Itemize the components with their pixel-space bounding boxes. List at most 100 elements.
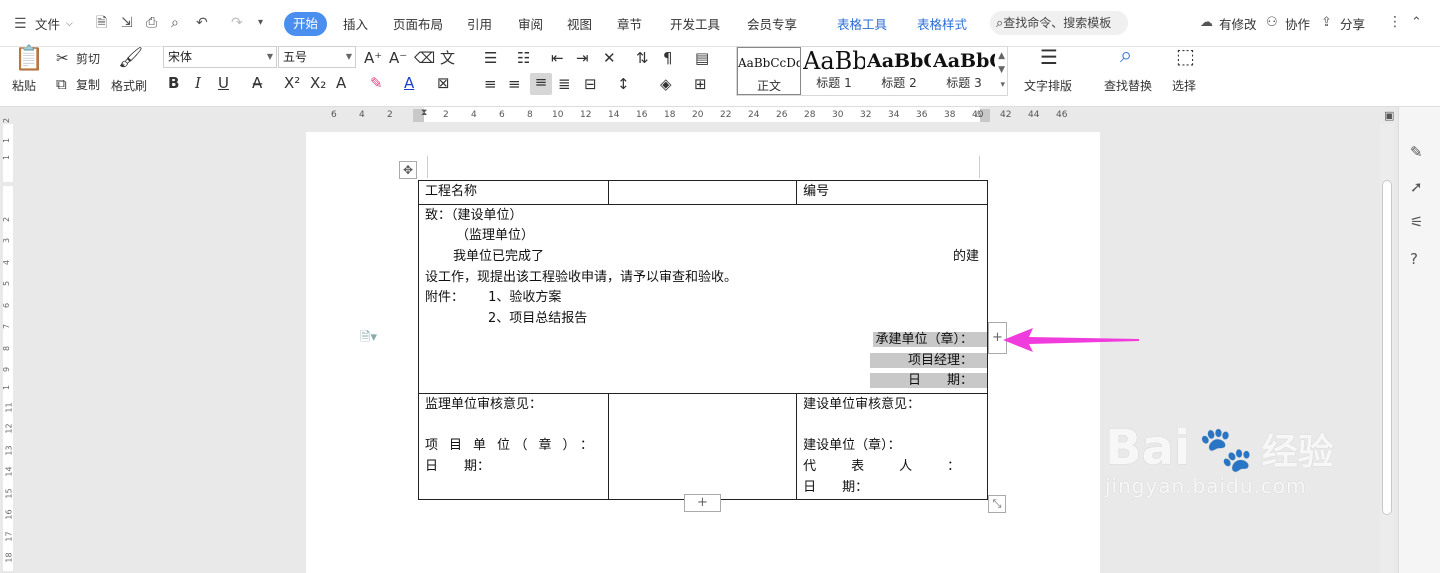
tab-table-style[interactable]: 表格样式 <box>917 14 967 33</box>
ruler-toggle-icon[interactable]: ▣ <box>1384 109 1394 122</box>
select-button[interactable]: 选择 <box>1172 77 1196 94</box>
owner-review-cell[interactable]: 建设单位审核意见： 建设单位（章）： 代 表 人 ： 日 期： <box>796 392 988 501</box>
application-body-cell[interactable]: 致：（建设单位） （监理单位） 我单位已完成了 的建 设工作，现提出该工程验收申… <box>418 203 988 394</box>
char-border-icon[interactable]: ⊠ <box>437 74 450 92</box>
modified-status[interactable]: 有修改 <box>1219 14 1257 33</box>
chinese-layout-icon[interactable]: ✕ <box>603 49 616 67</box>
font-color-icon[interactable]: A <box>404 74 414 92</box>
undo-icon[interactable]: ↶ <box>196 15 208 31</box>
scrollbar-thumb[interactable] <box>1382 180 1392 515</box>
table-move-handle-icon[interactable]: ✥ <box>399 161 417 179</box>
edit-pen-icon[interactable]: ✎ <box>1410 143 1423 161</box>
print-icon[interactable]: ⎙ <box>146 15 157 31</box>
supervisor-review-cell[interactable]: 监理单位审核意见： 项 目 单 位 （ 章 ） ： 日 期： <box>418 392 609 501</box>
copy-button[interactable]: 复制 <box>76 76 100 93</box>
share-button[interactable]: 分享 <box>1340 14 1365 33</box>
bold-button[interactable]: B <box>168 74 179 92</box>
project-name-value[interactable] <box>607 180 798 205</box>
tab-developer[interactable]: 开发工具 <box>670 14 720 33</box>
middle-empty-cell[interactable] <box>607 392 798 501</box>
table-resize-handle-icon[interactable]: ⤡ <box>988 495 1006 513</box>
find-replace-button[interactable]: 查找替换 <box>1104 77 1152 94</box>
quick-access-dropdown-icon[interactable]: ▾ <box>258 15 263 31</box>
tab-page-layout[interactable]: 页面布局 <box>393 14 443 33</box>
collaborate-button[interactable]: 协作 <box>1285 14 1310 33</box>
style-normal[interactable]: AaBbCcDd 正文 <box>737 47 801 95</box>
indent-marker-icon[interactable]: ⧗ <box>421 108 427 118</box>
numbered-list-icon[interactable]: ☷ <box>517 49 530 67</box>
table-of-contents-icon[interactable]: ▤ <box>695 49 709 67</box>
style-heading-3[interactable]: AaBbC 标题 3 <box>933 47 995 95</box>
align-center-icon[interactable]: ≡ <box>508 75 521 93</box>
superscript-icon[interactable]: X² <box>284 74 300 92</box>
shading-icon[interactable]: ◈ <box>660 75 672 93</box>
text-effect-icon[interactable]: A <box>336 74 346 92</box>
style-more-icon[interactable]: ▾ <box>1000 80 1005 90</box>
hamburger-icon[interactable]: ☰ <box>14 16 27 32</box>
highlight-icon[interactable]: ✎ <box>370 74 383 92</box>
share-icon[interactable]: ⇪ <box>1321 15 1332 31</box>
tab-references[interactable]: 引用 <box>467 14 492 33</box>
sort-icon[interactable]: ⇅ <box>636 49 649 67</box>
chevron-down-icon[interactable]: ⌵ <box>66 16 73 32</box>
subscript-icon[interactable]: X₂ <box>310 74 326 92</box>
style-heading-1[interactable]: AaBb 标题 1 <box>803 47 865 95</box>
font-name-select[interactable]: 宋体 ▼ <box>163 46 277 68</box>
copy-icon[interactable]: ⧉ <box>56 75 67 93</box>
show-marks-icon[interactable]: ¶ <box>663 49 673 67</box>
align-left-icon[interactable]: ≡ <box>484 75 497 93</box>
tab-view[interactable]: 视图 <box>567 14 592 33</box>
tab-review[interactable]: 审阅 <box>518 14 543 33</box>
grow-font-icon[interactable]: A⁺ <box>364 49 382 67</box>
find-replace-icon[interactable]: ⌕ <box>1120 45 1132 67</box>
tab-table-tools[interactable]: 表格工具 <box>837 14 887 33</box>
style-scroll-down-icon[interactable]: ▼ <box>998 65 1005 75</box>
serial-number-label[interactable]: 编号 <box>796 180 988 205</box>
paste-button[interactable]: 粘贴 <box>12 77 36 94</box>
underline-button[interactable]: U <box>218 74 229 92</box>
line-spacing-icon[interactable]: ↕ <box>617 75 630 93</box>
text-layout-icon[interactable]: ☰ <box>1040 47 1058 67</box>
paste-icon[interactable]: 📋 <box>14 46 44 70</box>
more-icon[interactable]: ⋮ <box>1388 14 1402 30</box>
export-icon[interactable]: ⇲ <box>121 15 133 31</box>
project-name-label[interactable]: 工程名称 <box>418 180 609 205</box>
save-icon[interactable]: 🗎 <box>96 15 107 31</box>
distribute-icon[interactable]: ⊟ <box>584 75 597 93</box>
format-painter-icon[interactable]: 🖌 <box>118 47 143 67</box>
collapse-ribbon-icon[interactable]: ⌃ <box>1411 15 1422 31</box>
style-scroll-up-icon[interactable]: ▲ <box>998 51 1005 61</box>
bullet-list-icon[interactable]: ☰ <box>484 49 497 67</box>
font-size-select[interactable]: 五号 ▼ <box>278 46 356 68</box>
cut-icon[interactable]: ✂ <box>56 49 69 67</box>
cloud-sync-icon[interactable]: ☁ <box>1200 15 1213 31</box>
help-icon[interactable]: ? <box>1410 250 1418 268</box>
right-indent-marker-icon[interactable]: △ <box>975 109 982 119</box>
text-layout-button[interactable]: 文字排版 <box>1024 77 1072 94</box>
search-box[interactable]: ⌕查找命令、搜索模板 <box>990 11 1128 35</box>
justify-icon[interactable]: ≣ <box>558 75 571 93</box>
print-preview-icon[interactable]: ⌕ <box>171 15 179 31</box>
format-painter-button[interactable]: 格式刷 <box>111 77 147 94</box>
redo-icon[interactable]: ↷ <box>231 15 243 31</box>
select-icon[interactable]: ⬚ <box>1176 46 1195 66</box>
settings-sliders-icon[interactable]: ⚟ <box>1410 213 1423 231</box>
strikethrough-icon[interactable]: A̶ <box>252 74 262 92</box>
style-heading-2[interactable]: AaBbC 标题 2 <box>867 47 931 95</box>
italic-button[interactable]: I <box>195 74 201 92</box>
tab-start[interactable]: 开始 <box>284 12 327 36</box>
clear-format-icon[interactable]: ⌫ <box>414 49 435 67</box>
paragraph-menu-icon[interactable]: 🗎▾ <box>360 328 377 350</box>
shrink-font-icon[interactable]: A⁻ <box>389 49 407 67</box>
tab-member[interactable]: 会员专享 <box>747 14 797 33</box>
cursor-select-icon[interactable]: ➚ <box>1410 178 1423 196</box>
cut-button[interactable]: 剪切 <box>76 50 100 67</box>
borders-icon[interactable]: ⊞ <box>694 75 707 93</box>
tab-chapter[interactable]: 章节 <box>617 14 642 33</box>
increase-indent-icon[interactable]: ⇥ <box>576 49 589 67</box>
decrease-indent-icon[interactable]: ⇤ <box>551 49 564 67</box>
phonetic-icon[interactable]: 文 <box>440 49 455 67</box>
file-menu[interactable]: 文件 <box>35 14 60 33</box>
tab-insert[interactable]: 插入 <box>343 14 368 33</box>
collaborate-icon[interactable]: ⚇ <box>1266 15 1278 31</box>
